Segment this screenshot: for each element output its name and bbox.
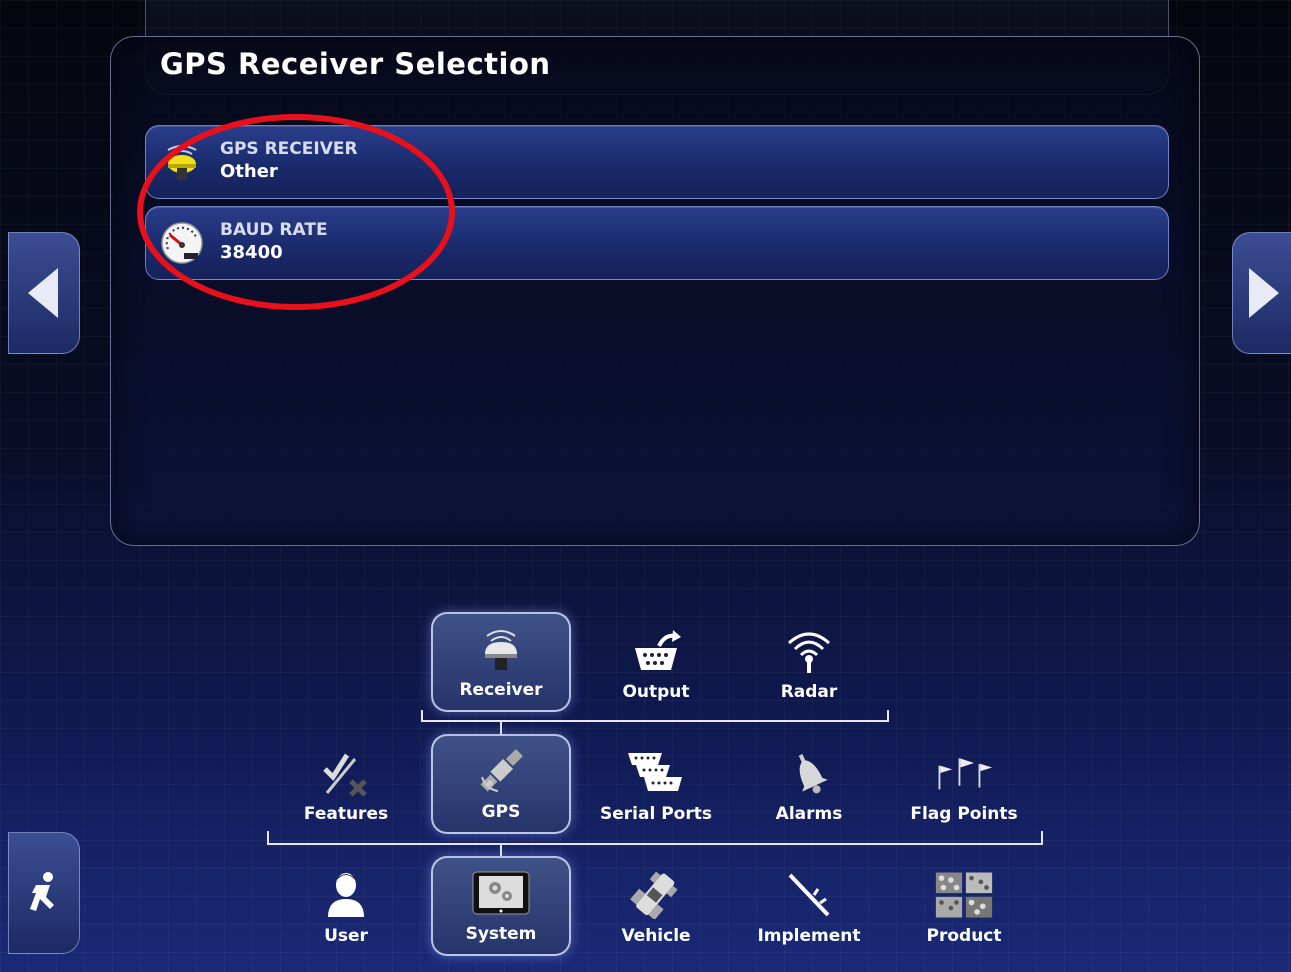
nav-product-label: Product xyxy=(926,926,1002,946)
nav-features-label: Features xyxy=(303,804,389,824)
serial-ports-icon xyxy=(628,753,682,791)
nav-alarms-label: Alarms xyxy=(775,804,843,824)
nav-system-label: System xyxy=(465,924,537,944)
arrow-right-icon xyxy=(1249,268,1279,318)
nav-gps-label: GPS xyxy=(481,802,521,822)
nav-product[interactable]: Product xyxy=(894,856,1034,956)
arrow-left-icon xyxy=(28,268,58,318)
nav-radar-label: Radar xyxy=(780,682,838,702)
nav-alarms[interactable]: Alarms xyxy=(739,734,879,834)
user-icon xyxy=(328,873,364,917)
nav-implement[interactable]: Implement xyxy=(739,856,879,956)
gps-receiver-icon xyxy=(485,630,517,670)
nav-gps[interactable]: GPS xyxy=(431,734,571,834)
nav-output-label: Output xyxy=(622,682,690,702)
system-icon xyxy=(472,871,530,915)
nav-output[interactable]: Output xyxy=(586,612,726,712)
exit-button[interactable] xyxy=(8,832,80,954)
nav-flag-points[interactable]: Flag Points xyxy=(894,734,1034,834)
nav-user[interactable]: User xyxy=(276,856,416,956)
satellite-icon xyxy=(480,749,523,792)
nav-serial-ports[interactable]: Serial Ports xyxy=(586,734,726,834)
nav-vehicle-label: Vehicle xyxy=(621,926,691,946)
nav-serial-ports-label: Serial Ports xyxy=(600,804,712,824)
nav-flag-points-label: Flag Points xyxy=(910,804,1018,824)
previous-page-button[interactable] xyxy=(8,232,80,354)
nav-implement-label: Implement xyxy=(757,926,861,946)
vehicle-icon xyxy=(630,871,678,919)
nav-radar[interactable]: Radar xyxy=(739,612,879,712)
submenu-bracket-gps xyxy=(421,710,889,722)
check-x-icon xyxy=(323,753,367,797)
next-page-button[interactable] xyxy=(1232,232,1291,354)
flags-icon xyxy=(938,758,993,790)
page-title: GPS Receiver Selection xyxy=(160,47,551,81)
bell-icon xyxy=(798,754,828,794)
nav-receiver[interactable]: Receiver xyxy=(431,612,571,712)
nav-user-label: User xyxy=(324,926,368,946)
bracket-connector xyxy=(500,722,502,734)
product-icon xyxy=(935,872,993,918)
submenu-bracket-system xyxy=(267,831,1043,845)
output-icon xyxy=(635,630,681,670)
implement-icon xyxy=(788,873,830,917)
highlight-ellipse xyxy=(137,114,455,310)
nav-features[interactable]: Features xyxy=(276,734,416,834)
nav-receiver-label: Receiver xyxy=(459,680,543,700)
nav-vehicle[interactable]: Vehicle xyxy=(586,856,726,956)
radar-icon xyxy=(787,632,831,673)
running-man-icon xyxy=(30,872,54,911)
nav-system[interactable]: System xyxy=(431,856,571,956)
